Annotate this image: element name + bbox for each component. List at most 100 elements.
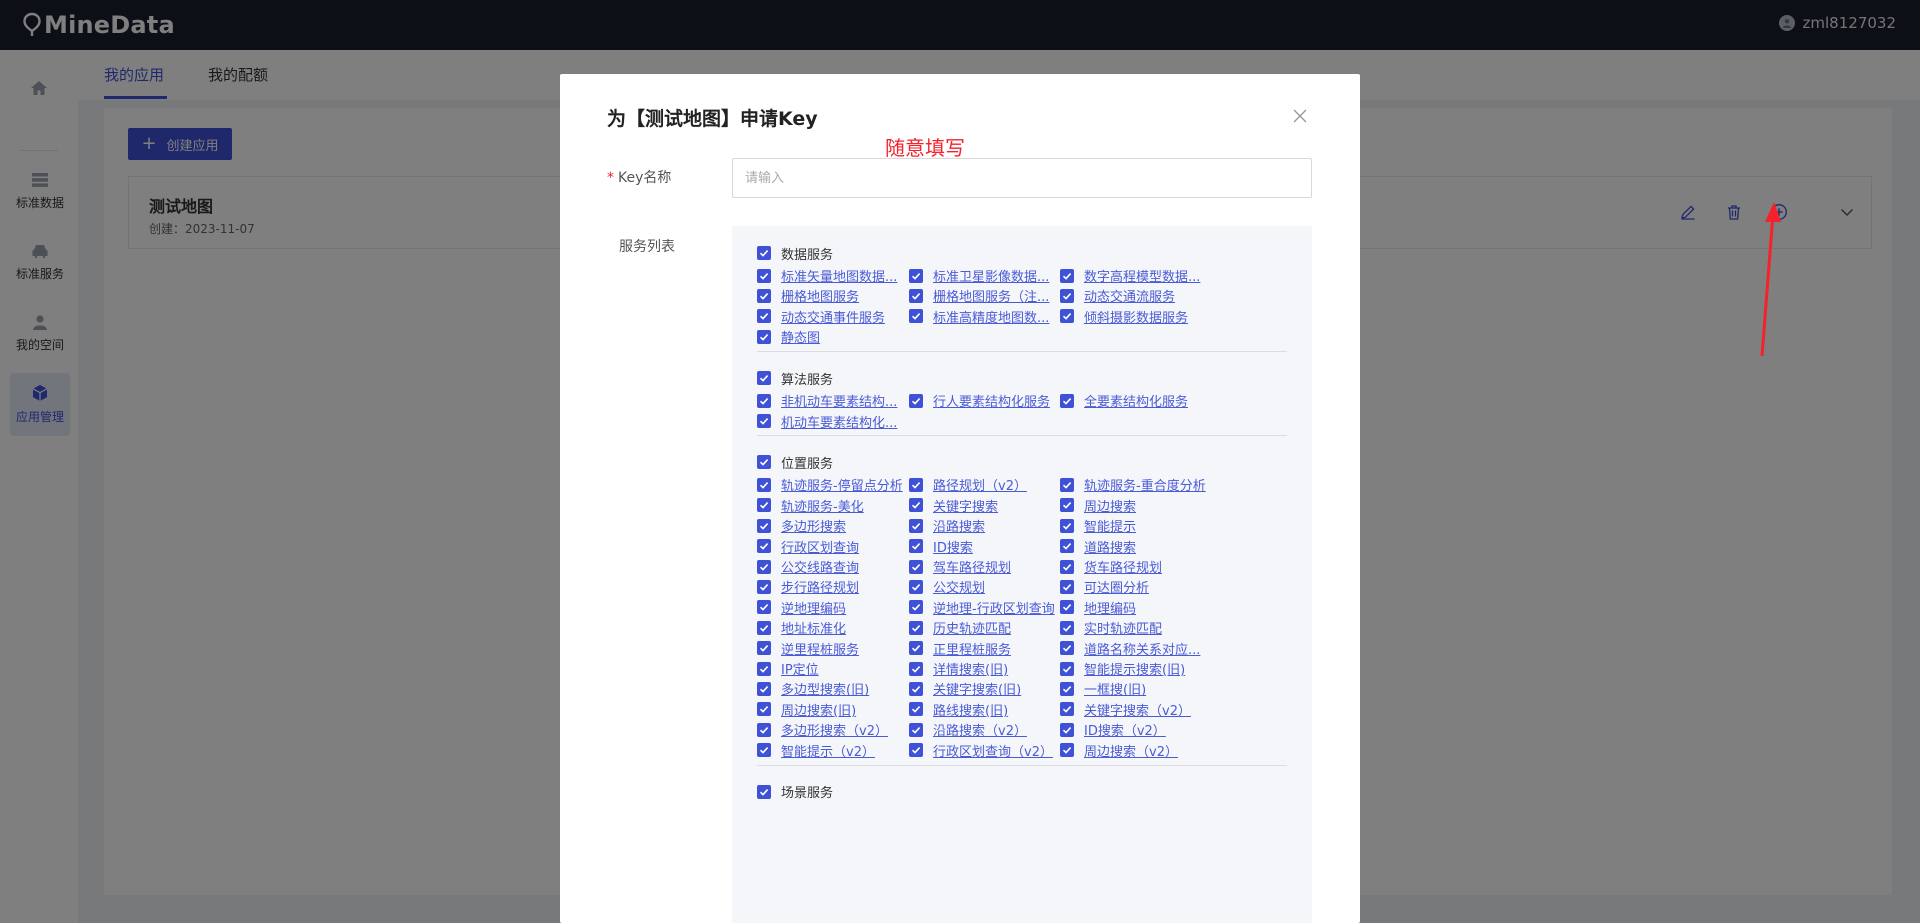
service-item-link[interactable]: 静态图	[781, 327, 820, 346]
service-item[interactable]: 实时轨迹匹配	[1060, 619, 1162, 637]
checkbox-checked-icon[interactable]	[757, 329, 771, 344]
service-item[interactable]: 标准高精度地图数...	[909, 307, 1049, 326]
service-item-link[interactable]: 栅格地图服务	[781, 286, 859, 305]
service-group-header[interactable]: 算法服务	[757, 369, 833, 388]
service-item[interactable]: 标准矢量地图数据...	[757, 267, 897, 285]
checkbox-checked-icon[interactable]	[1060, 600, 1074, 615]
service-item[interactable]: 多边形搜索	[757, 517, 846, 535]
service-item[interactable]: 数字高程模型数据...	[1060, 267, 1200, 285]
service-item[interactable]: 多边型搜索(旧)	[757, 680, 869, 698]
checkbox-checked-icon[interactable]	[757, 722, 771, 737]
service-item[interactable]: ID搜索	[909, 537, 973, 556]
service-item[interactable]: 周边搜索	[1060, 496, 1136, 515]
service-item-link[interactable]: 周边搜索	[1084, 496, 1136, 515]
service-item-link[interactable]: 多边形搜索（v2）	[781, 720, 888, 739]
service-item-link[interactable]: 公交规划	[933, 577, 985, 596]
checkbox-checked-icon[interactable]	[909, 288, 923, 303]
checkbox-checked-icon[interactable]	[757, 743, 771, 758]
service-item-link[interactable]: 关键字搜索	[933, 496, 998, 515]
checkbox-checked-icon[interactable]	[1060, 393, 1074, 408]
service-item[interactable]: 路线搜索(旧)	[909, 700, 1008, 719]
service-item-link[interactable]: 关键字搜索(旧)	[933, 679, 1021, 698]
service-item-link[interactable]: 智能提示搜索(旧)	[1084, 659, 1185, 678]
checkbox-checked-icon[interactable]	[757, 498, 771, 513]
service-item[interactable]: 道路名称关系对应...	[1060, 639, 1200, 658]
checkbox-checked-icon[interactable]	[757, 288, 771, 303]
checkbox-checked-icon[interactable]	[909, 743, 923, 758]
service-item-link[interactable]: 行政区划查询	[781, 537, 859, 556]
checkbox-checked-icon[interactable]	[909, 661, 923, 676]
service-item-link[interactable]: 正里程桩服务	[933, 639, 1011, 658]
checkbox-checked-icon[interactable]	[909, 268, 923, 283]
checkbox-checked-icon[interactable]	[757, 477, 771, 492]
service-item-link[interactable]: 全要素结构化服务	[1084, 391, 1188, 410]
service-item-link[interactable]: 可达圈分析	[1084, 577, 1149, 596]
service-item[interactable]: 行人要素结构化服务	[909, 392, 1050, 410]
service-item[interactable]: 轨迹服务-重合度分析	[1060, 476, 1206, 494]
checkbox-checked-icon[interactable]	[1060, 518, 1074, 533]
service-item-link[interactable]: ID搜索	[933, 537, 973, 556]
service-item[interactable]: 逆地理编码	[757, 598, 846, 617]
service-item[interactable]: 关键字搜索（v2）	[1060, 700, 1191, 719]
service-item[interactable]: 机动车要素结构化...	[757, 412, 897, 431]
checkbox-checked-icon[interactable]	[1060, 681, 1074, 696]
service-item-link[interactable]: 驾车路径规划	[933, 557, 1011, 576]
key-name-input[interactable]	[732, 158, 1312, 198]
service-item-link[interactable]: 路径规划（v2）	[933, 475, 1027, 494]
checkbox-checked-icon[interactable]	[909, 393, 923, 408]
service-item[interactable]: 历史轨迹匹配	[909, 619, 1011, 637]
service-item-link[interactable]: 倾斜摄影数据服务	[1084, 307, 1188, 326]
checkbox-checked-icon[interactable]	[757, 620, 771, 635]
checkbox-checked-icon[interactable]	[909, 539, 923, 554]
service-item[interactable]: 一框搜(旧)	[1060, 680, 1146, 698]
checkbox-checked-icon[interactable]	[1060, 559, 1074, 574]
service-item-link[interactable]: IP定位	[781, 659, 819, 678]
service-item-link[interactable]: 地址标准化	[781, 618, 846, 637]
service-item[interactable]: 行政区划查询（v2）	[909, 741, 1053, 760]
service-item-link[interactable]: 历史轨迹匹配	[933, 618, 1011, 637]
service-item[interactable]: 标准卫星影像数据...	[909, 267, 1049, 285]
service-item-link[interactable]: 非机动车要素结构...	[781, 391, 897, 410]
service-item-link[interactable]: ID搜索（v2）	[1084, 720, 1166, 739]
service-item[interactable]: 沿路搜索（v2）	[909, 721, 1027, 739]
service-item[interactable]: IP定位	[757, 660, 819, 678]
service-item[interactable]: 关键字搜索	[909, 496, 998, 515]
checkbox-checked-icon[interactable]	[909, 518, 923, 533]
checkbox-checked-icon[interactable]	[757, 661, 771, 676]
service-item-link[interactable]: 标准高精度地图数...	[933, 307, 1049, 326]
checkbox-checked-icon[interactable]	[757, 246, 771, 260]
service-item[interactable]: 详情搜索(旧)	[909, 660, 1008, 678]
service-item[interactable]: 正里程桩服务	[909, 639, 1011, 658]
checkbox-checked-icon[interactable]	[1060, 722, 1074, 737]
service-item-link[interactable]: 多边形搜索	[781, 516, 846, 535]
service-item-link[interactable]: 周边搜索(旧)	[781, 700, 856, 719]
checkbox-checked-icon[interactable]	[909, 559, 923, 574]
service-item[interactable]: 智能提示	[1060, 517, 1136, 535]
service-item-link[interactable]: 动态交通流服务	[1084, 286, 1175, 305]
checkbox-checked-icon[interactable]	[1060, 743, 1074, 758]
service-item[interactable]: 全要素结构化服务	[1060, 392, 1188, 410]
checkbox-checked-icon[interactable]	[757, 784, 771, 799]
service-item-link[interactable]: 轨迹服务-重合度分析	[1084, 475, 1206, 494]
service-item-link[interactable]: 机动车要素结构化...	[781, 412, 897, 431]
checkbox-checked-icon[interactable]	[757, 268, 771, 283]
checkbox-checked-icon[interactable]	[1060, 498, 1074, 513]
checkbox-checked-icon[interactable]	[757, 559, 771, 574]
service-item-link[interactable]: 货车路径规划	[1084, 557, 1162, 576]
service-item-link[interactable]: 实时轨迹匹配	[1084, 618, 1162, 637]
service-item[interactable]: 地理编码	[1060, 598, 1136, 617]
checkbox-checked-icon[interactable]	[1060, 268, 1074, 283]
service-item-link[interactable]: 步行路径规划	[781, 577, 859, 596]
service-item[interactable]: 轨迹服务-停留点分析	[757, 476, 903, 494]
service-item[interactable]: 货车路径规划	[1060, 558, 1162, 576]
service-item[interactable]: 栅格地图服务	[757, 287, 859, 305]
checkbox-checked-icon[interactable]	[1060, 579, 1074, 594]
checkbox-checked-icon[interactable]	[757, 371, 771, 386]
checkbox-checked-icon[interactable]	[909, 702, 923, 717]
checkbox-checked-icon[interactable]	[909, 579, 923, 594]
service-item-link[interactable]: 地理编码	[1084, 598, 1136, 617]
service-item[interactable]: 道路搜索	[1060, 537, 1136, 556]
service-item[interactable]: 周边搜索（v2）	[1060, 741, 1178, 760]
checkbox-checked-icon[interactable]	[757, 702, 771, 717]
checkbox-checked-icon[interactable]	[757, 309, 771, 324]
